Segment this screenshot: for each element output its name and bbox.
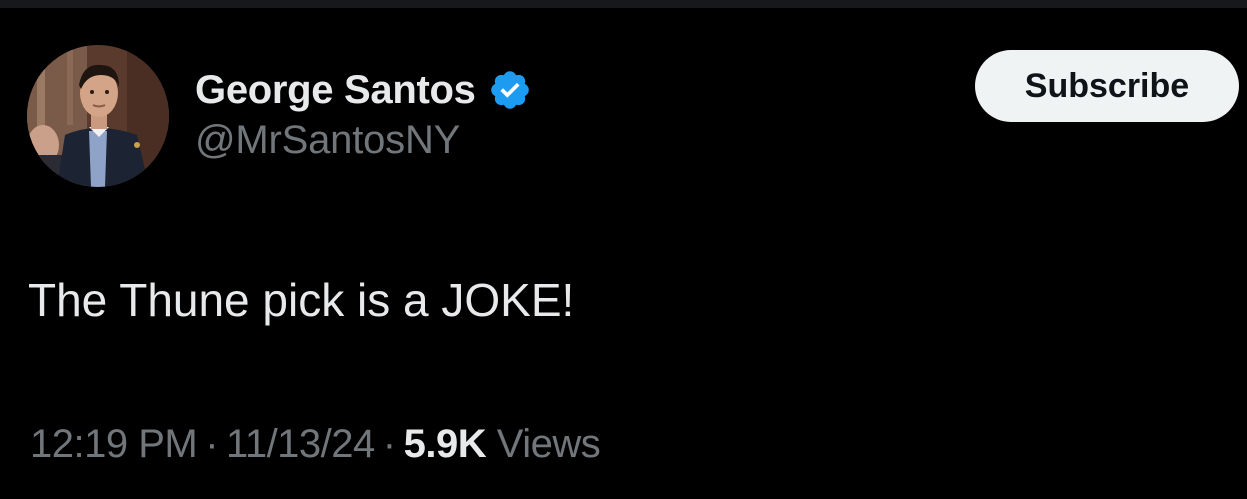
avatar[interactable] bbox=[27, 45, 169, 187]
tweet-text: The Thune pick is a JOKE! bbox=[28, 274, 575, 326]
tweet-meta: 12:19 PM · 11/13/24 · 5.9K Views bbox=[30, 416, 601, 472]
tweet-date[interactable]: 11/13/24 bbox=[226, 422, 375, 466]
verified-badge-icon[interactable] bbox=[488, 68, 532, 112]
views-count[interactable]: 5.9K bbox=[404, 422, 487, 466]
avatar-photo bbox=[27, 45, 169, 187]
subscribe-button[interactable]: Subscribe bbox=[975, 50, 1239, 122]
name-row: George Santos bbox=[195, 66, 532, 114]
top-divider bbox=[0, 0, 1247, 8]
user-handle[interactable]: @MrSantosNY bbox=[195, 116, 532, 164]
tweet-card: George Santos @MrSantosNY Subscribe The … bbox=[0, 8, 1247, 499]
author-info: George Santos @MrSantosNY bbox=[195, 66, 532, 164]
meta-separator: · bbox=[205, 422, 219, 466]
tweet-time[interactable]: 12:19 PM bbox=[30, 422, 198, 466]
display-name[interactable]: George Santos bbox=[195, 66, 476, 114]
meta-separator: · bbox=[382, 422, 396, 466]
views-label[interactable]: Views bbox=[497, 422, 601, 466]
